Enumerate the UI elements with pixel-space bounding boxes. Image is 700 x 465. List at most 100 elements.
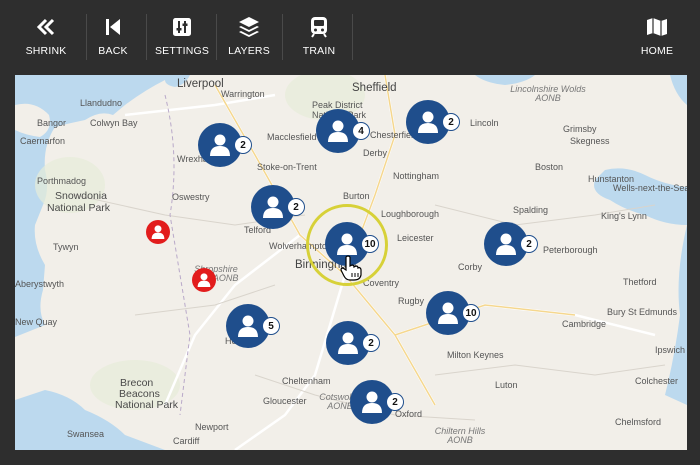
place-label: Grimsby — [563, 124, 597, 134]
place-label: Oswestry — [172, 192, 210, 202]
location-cluster[interactable]: 5 — [226, 304, 280, 348]
place-label: Bangor — [37, 118, 67, 128]
place-label: Chiltern Hills AONB — [434, 426, 486, 445]
place-label: Loughborough — [381, 209, 440, 219]
person-icon — [496, 233, 516, 255]
place-label: Beacons — [119, 388, 160, 400]
shrink-button[interactable]: SHRINK — [22, 0, 70, 72]
location-cluster[interactable]: 2 — [406, 100, 460, 144]
person-icon — [338, 332, 358, 354]
person-icon — [263, 196, 283, 218]
place-label: Thetford — [623, 277, 657, 287]
place-label: New Quay — [15, 317, 58, 327]
cluster-count-badge: 10 — [361, 235, 379, 253]
sliders-icon — [173, 18, 191, 36]
place-label: Ipswich — [655, 345, 686, 355]
person-icon — [328, 120, 348, 142]
layers-icon — [239, 17, 259, 37]
person-icon — [418, 111, 438, 133]
place-label: Cardiff — [173, 436, 200, 446]
place-label: Coventry — [363, 278, 400, 288]
back-label: BACK — [98, 45, 128, 57]
layers-button[interactable]: LAYERS — [226, 0, 272, 72]
cluster-count-badge: 10 — [462, 304, 480, 322]
train-icon — [311, 17, 327, 38]
place-label: Gloucester — [263, 396, 307, 406]
place-label: Porthmadog — [37, 176, 87, 186]
place-label: Nottingham — [393, 171, 440, 181]
double-chevron-left-icon — [36, 18, 55, 36]
location-cluster[interactable]: 2 — [198, 123, 252, 167]
place-label: Swansea — [67, 429, 105, 439]
cluster-count-badge: 2 — [362, 334, 380, 352]
place-label: Colchester — [635, 376, 679, 386]
place-label: Spalding — [513, 205, 549, 215]
cluster-count-badge: 2 — [442, 113, 460, 131]
toolbar-divider — [352, 14, 353, 60]
cluster-count-badge: 4 — [352, 122, 370, 140]
place-label: Warrington — [221, 89, 265, 99]
location-cluster[interactable]: 2 — [350, 380, 404, 424]
place-label: King's Lynn — [601, 211, 647, 221]
place-label: Burton — [343, 191, 370, 201]
person-icon — [197, 273, 211, 287]
location-cluster[interactable]: 10 — [426, 291, 480, 335]
cluster-count-badge: 5 — [262, 317, 280, 335]
place-label: Liverpool — [177, 78, 224, 90]
place-label: Colwyn Bay — [90, 118, 138, 128]
place-label: Newport — [195, 422, 229, 432]
layers-label: LAYERS — [228, 45, 270, 57]
cluster-count-badge: 2 — [520, 235, 538, 253]
place-label: Caernarfon — [20, 136, 66, 146]
settings-button[interactable]: SETTINGS — [154, 0, 210, 72]
place-label: Chelmsford — [615, 417, 662, 427]
person-icon — [362, 391, 382, 413]
location-cluster[interactable]: 2 — [251, 185, 305, 229]
place-label: Wells-next-the-Sea — [613, 183, 687, 193]
toolbar-divider — [282, 14, 283, 60]
place-label: Tywyn — [53, 242, 79, 252]
place-label: Peterborough — [543, 245, 598, 255]
place-label: Cheltenham — [282, 376, 331, 386]
hand-pointer-icon — [340, 255, 362, 281]
place-label: Brecon — [120, 377, 154, 389]
home-button[interactable]: HOME — [636, 0, 678, 72]
place-label: Rugby — [398, 296, 425, 306]
place-label: Lincolnshire Wolds AONB — [510, 84, 586, 103]
train-button[interactable]: TRAIN — [298, 0, 340, 72]
map-view[interactable]: Liverpool Warrington Sheffield Peak Dist… — [15, 75, 687, 450]
map-icon — [647, 18, 667, 36]
place-label: Sheffield — [352, 82, 397, 94]
place-label: Leicester — [397, 233, 434, 243]
location-cluster[interactable]: 2 — [326, 321, 380, 365]
settings-label: SETTINGS — [154, 45, 210, 57]
place-label: Corby — [458, 262, 483, 272]
person-icon — [210, 134, 230, 156]
place-label: Lincoln — [470, 118, 499, 128]
place-label: Macclesfield — [267, 132, 317, 142]
toolbar-divider — [216, 14, 217, 60]
person-icon — [438, 302, 458, 324]
toolbar: SHRINK BACK SETTINGS LAYERS TRAIN HOME — [0, 0, 700, 72]
skip-back-icon — [106, 19, 120, 35]
place-label: Snowdonia — [55, 190, 107, 202]
back-button[interactable]: BACK — [92, 0, 134, 72]
location-marker[interactable] — [146, 220, 170, 244]
toolbar-divider — [146, 14, 147, 60]
location-cluster[interactable]: 2 — [484, 222, 538, 266]
place-label: Oxford — [395, 409, 423, 419]
location-cluster[interactable]: 4 — [316, 109, 370, 153]
place-label: Bury St Edmunds — [607, 307, 678, 317]
cluster-count-badge: 2 — [386, 393, 404, 411]
toolbar-divider — [86, 14, 87, 60]
place-label: Llandudno — [80, 98, 123, 108]
place-label: Stoke-on-Trent — [257, 162, 317, 172]
location-marker[interactable] — [192, 268, 216, 292]
home-label: HOME — [640, 45, 674, 57]
place-label: Milton Keynes — [447, 350, 504, 360]
person-icon — [238, 315, 258, 337]
train-label: TRAIN — [302, 45, 336, 57]
person-icon — [151, 225, 165, 239]
cluster-count-badge: 2 — [287, 198, 305, 216]
cluster-count-badge: 2 — [234, 136, 252, 154]
